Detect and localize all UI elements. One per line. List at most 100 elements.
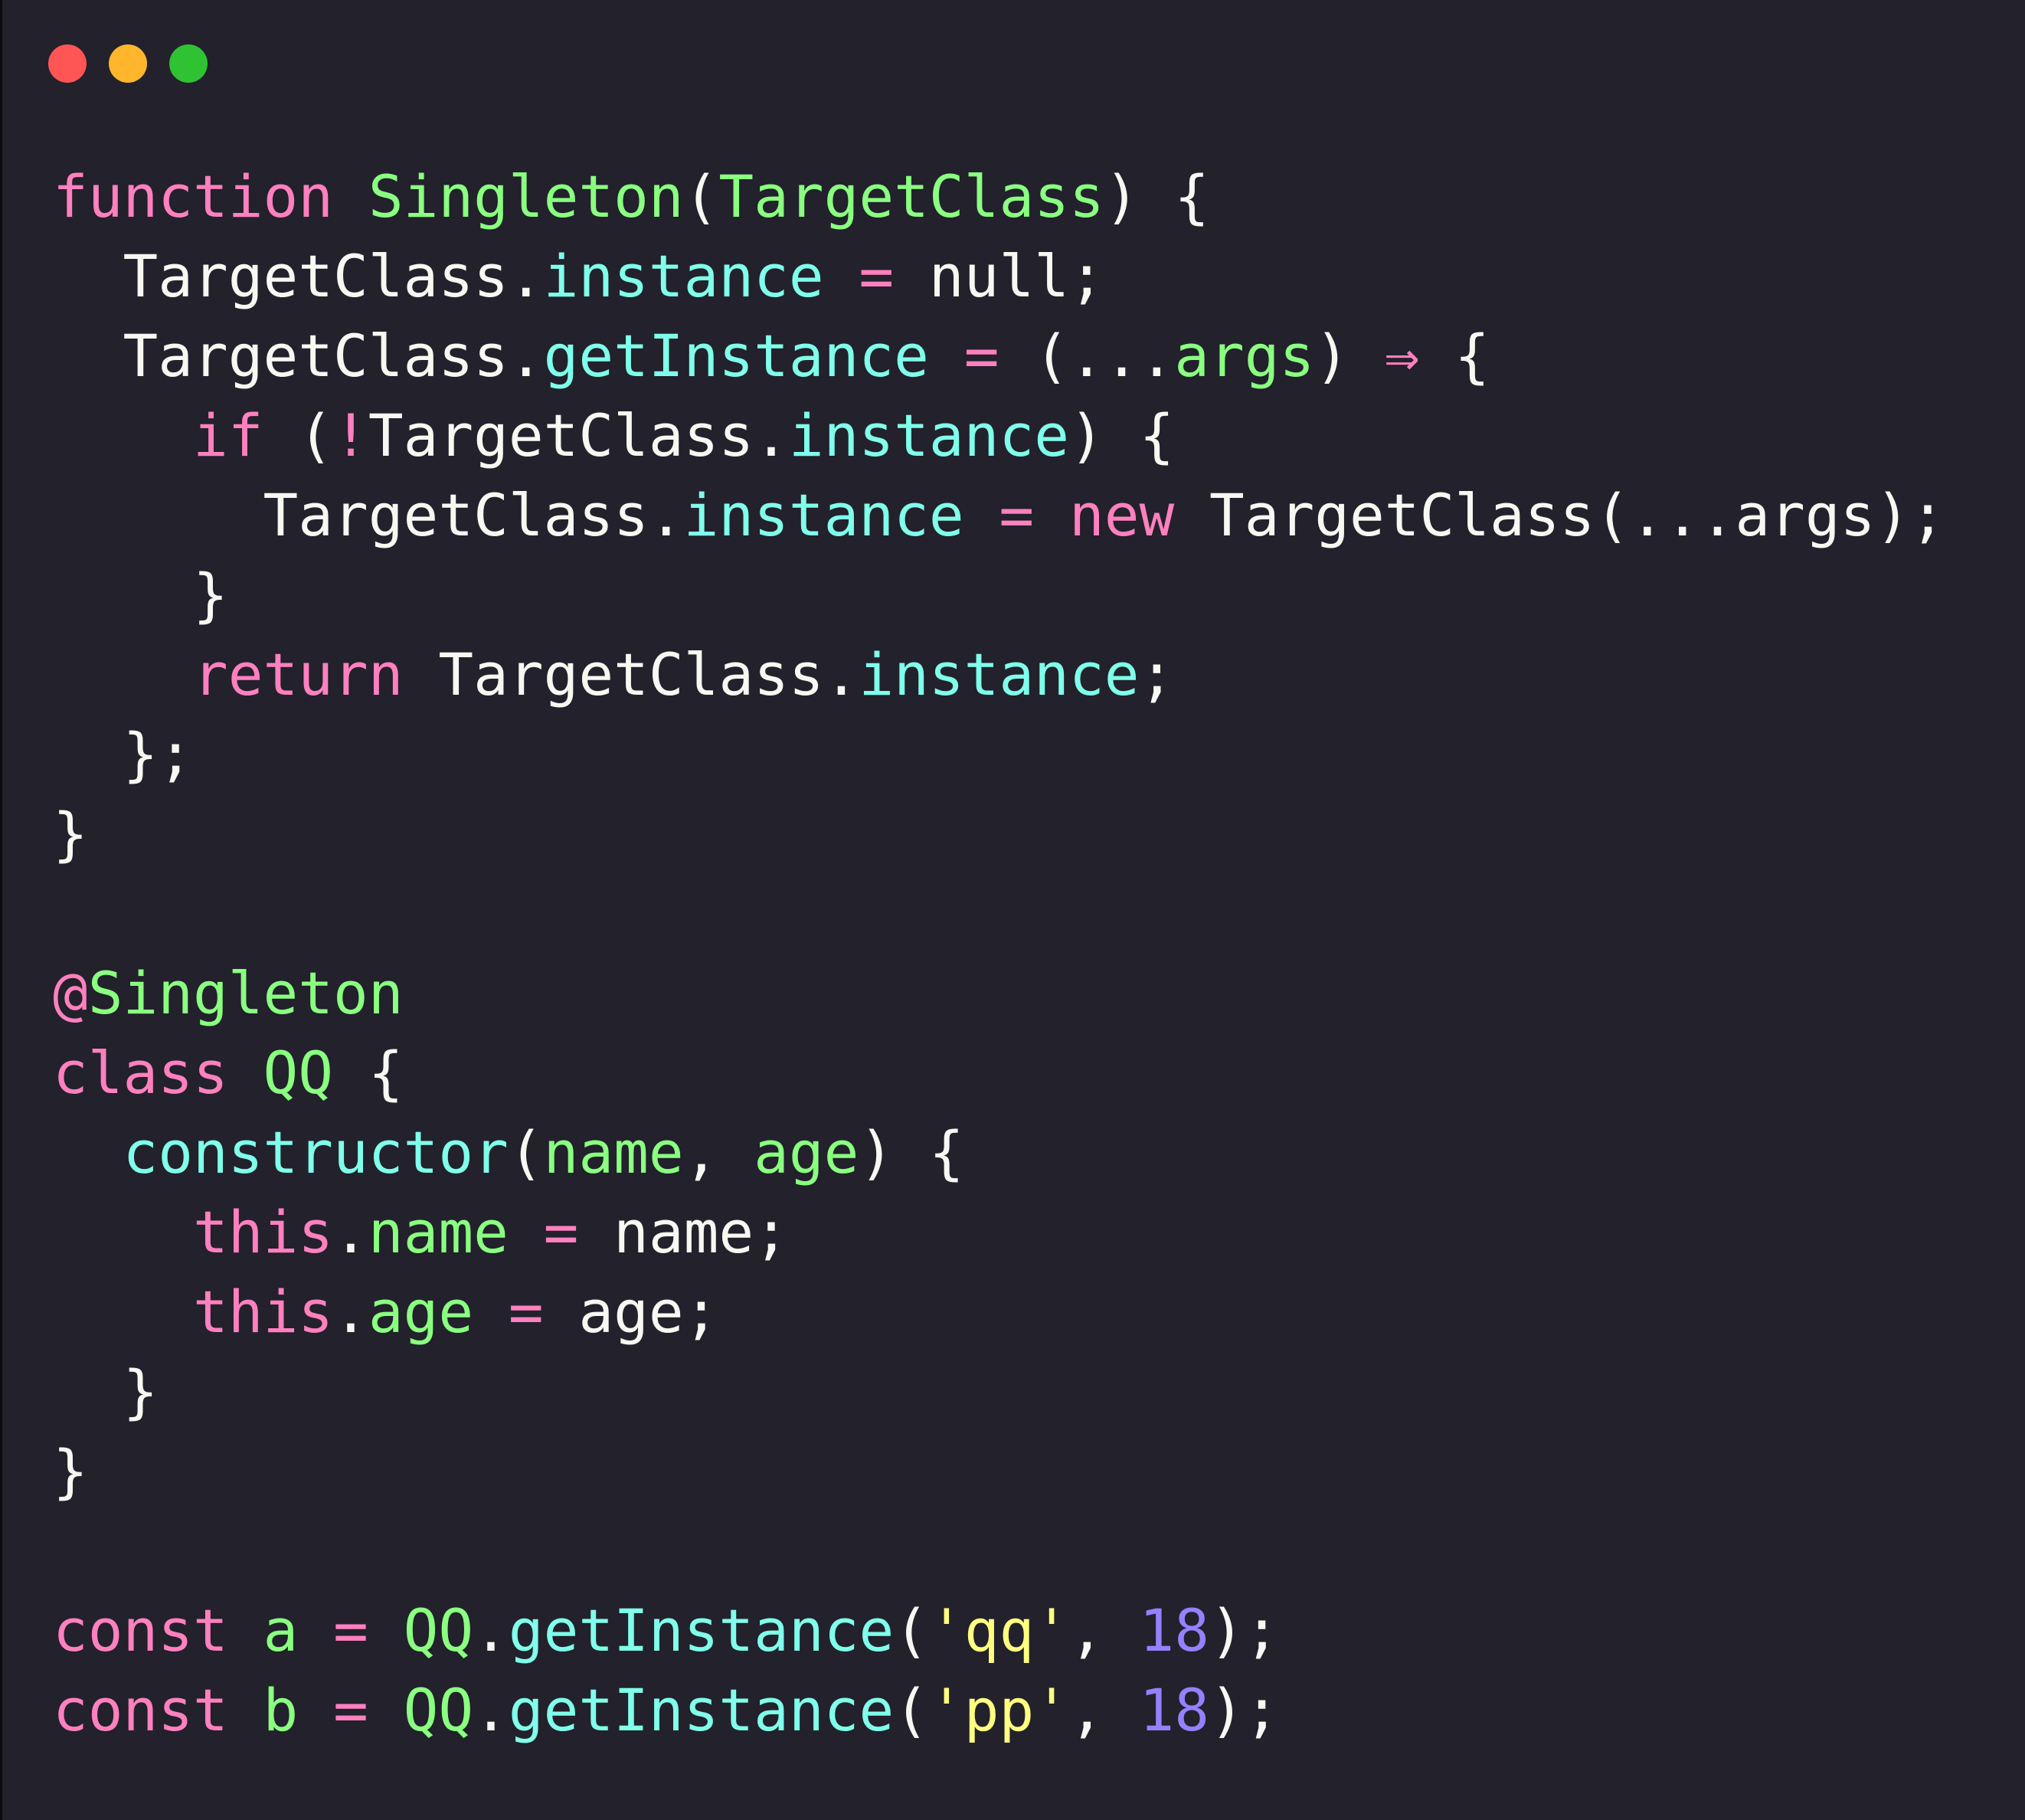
code-token-property: instance: [788, 401, 1069, 470]
code-token-plain: }: [53, 1357, 159, 1426]
code-token-property: constructor: [123, 1118, 509, 1187]
code-token-keyword: =: [859, 242, 895, 310]
code-line: return TargetClass.instance;: [53, 635, 1945, 715]
code-token-number: 18: [1139, 1676, 1210, 1744]
code-line: if (!TargetClass.instance) {: [53, 396, 1945, 476]
code-token-keyword: =: [543, 1198, 579, 1266]
zoom-window-button[interactable]: [169, 44, 208, 83]
code-token-plain: null;: [894, 242, 1104, 310]
minimize-window-button[interactable]: [109, 44, 147, 83]
code-token-plain: .: [473, 1596, 509, 1665]
code-token-keyword: @: [53, 959, 88, 1027]
code-line: class QQ {: [53, 1033, 1945, 1113]
code-token-plain: TargetClass.: [403, 640, 859, 709]
code-token-keyword: =: [508, 1278, 544, 1346]
code-line: }: [53, 1432, 1945, 1511]
code-token-function: age: [368, 1278, 474, 1346]
code-token-function: args: [1174, 322, 1315, 390]
code-token-plain: }: [53, 800, 88, 868]
code-line: }: [53, 1352, 1945, 1432]
code-token-plain: {: [1419, 322, 1490, 390]
code-line: this.name = name;: [53, 1193, 1945, 1272]
code-token-plain: ) {: [859, 1118, 964, 1187]
code-token-plain: TargetClass.: [368, 401, 789, 470]
code-token-keyword: =: [333, 1596, 368, 1665]
code-token-plain: }: [53, 1437, 88, 1505]
code-token-plain: (: [894, 1596, 929, 1665]
code-token-function: QQ: [263, 1039, 334, 1107]
code-token-property: instance: [683, 481, 964, 549]
code-line: TargetClass.instance = null;: [53, 237, 1945, 316]
code-window: function Singleton(TargetClass) { Target…: [0, 0, 2025, 1820]
code-token-function: b: [263, 1676, 299, 1744]
code-token-property: instance: [543, 242, 824, 310]
code-token-property: instance: [859, 640, 1140, 709]
code-token-plain: (: [263, 401, 334, 470]
code-token-plain: TargetClass(...args);: [1174, 481, 1945, 549]
code-token-plain: ) {: [1104, 162, 1209, 231]
code-token-keyword: !: [333, 401, 368, 470]
code-token-plain: ): [1314, 322, 1385, 390]
code-token-function: Singleton: [87, 959, 404, 1027]
code-token-plain: );: [1209, 1676, 1280, 1744]
code-token-plain: {: [333, 1039, 404, 1107]
code-token-keyword: =: [963, 322, 999, 390]
code-token-plain: age;: [543, 1278, 719, 1346]
code-line: @Singleton: [53, 954, 1945, 1033]
code-token-function: a: [263, 1596, 299, 1665]
code-token-plain: }: [53, 561, 228, 629]
code-token-keyword: new: [1068, 481, 1175, 549]
code-token-function: age: [754, 1118, 859, 1187]
code-token-plain: ,: [1069, 1676, 1140, 1744]
code-token-plain: TargetClass.: [53, 322, 544, 390]
code-line: };: [53, 715, 1945, 794]
code-token-plain: ,: [683, 1118, 754, 1187]
close-window-button[interactable]: [48, 44, 87, 83]
code-token-keyword: =: [333, 1676, 368, 1744]
code-token-function: name: [368, 1198, 509, 1266]
code-line: const b = QQ.getInstance('pp', 18);: [53, 1671, 1945, 1750]
code-token-function: TargetClass: [718, 162, 1104, 231]
code-token-plain: };: [53, 720, 194, 788]
code-token-plain: ) {: [1068, 401, 1175, 470]
code-token-keyword: const: [53, 1676, 228, 1744]
code-token-plain: (: [508, 1118, 544, 1187]
code-token-plain: );: [1209, 1596, 1280, 1665]
code-token-keyword: class: [53, 1039, 228, 1107]
code-line: }: [53, 555, 1945, 635]
code-token-keyword: if: [193, 401, 263, 470]
code-token-plain: .: [333, 1198, 368, 1266]
code-token-property: getInstance: [508, 1676, 895, 1744]
code-line: TargetClass.getInstance = (...args) ⇒ {: [53, 316, 1945, 396]
code-token-property: getInstance: [543, 322, 929, 390]
code-token-keyword: this: [193, 1198, 334, 1266]
code-line: this.age = age;: [53, 1272, 1945, 1352]
code-token-function: name: [543, 1118, 684, 1187]
code-token-plain: .: [333, 1278, 368, 1346]
code-line: const a = QQ.getInstance('qq', 18);: [53, 1591, 1945, 1671]
code-token-plain: (...: [999, 322, 1175, 390]
code-token-string: 'pp': [928, 1676, 1070, 1744]
code-token-plain: (: [683, 162, 719, 231]
code-token-plain: (: [894, 1676, 929, 1744]
code-line: TargetClass.instance = new TargetClass(.…: [53, 476, 1945, 555]
code-token-keyword: const: [53, 1596, 228, 1665]
window-controls: [48, 44, 208, 84]
